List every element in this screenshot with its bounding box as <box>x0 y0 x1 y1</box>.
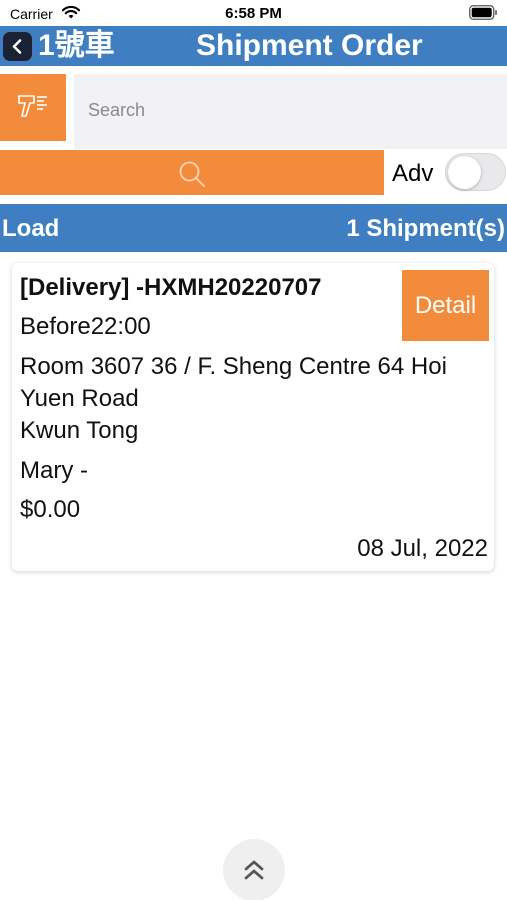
shipment-count: 1 Shipment(s) <box>346 215 505 242</box>
scroll-to-top-button[interactable] <box>223 839 285 900</box>
double-chevron-up-icon <box>244 860 264 880</box>
delivery-address: Room 3607 36 / F. Sheng Centre 64 Hoi Yu… <box>20 351 490 447</box>
nav-bar: 1號車 Shipment Order <box>0 26 507 66</box>
contact-name: Mary - <box>20 457 88 484</box>
address-line: Yuen Road <box>20 385 139 412</box>
search-button[interactable] <box>0 150 384 195</box>
amount: $0.00 <box>20 496 81 523</box>
address-line: Room 3607 36 / F. Sheng Centre 64 Hoi <box>20 353 447 380</box>
status-time: 6:58 PM <box>225 5 282 22</box>
delivery-deadline: Before22:00 <box>20 313 151 340</box>
search-box <box>74 74 507 149</box>
scan-button[interactable] <box>0 74 66 141</box>
chevron-left-icon <box>12 39 22 54</box>
address-district: Kwun Tong <box>20 417 139 444</box>
load-bar: Load 1 Shipment(s) <box>0 204 507 252</box>
toggle-knob <box>448 156 481 189</box>
page-title: Shipment Order <box>196 29 423 62</box>
load-label: Load <box>2 215 60 242</box>
adv-label: Adv <box>392 160 434 187</box>
adv-toggle[interactable] <box>445 153 506 191</box>
battery-icon <box>469 5 497 20</box>
status-bar: Carrier 6:58 PM <box>0 0 507 26</box>
barcode-scanner-icon <box>18 95 47 117</box>
detail-button[interactable]: Detail <box>402 270 489 341</box>
shipment-date: 08 Jul, 2022 <box>357 535 488 562</box>
truck-label: 1號車 <box>38 29 115 62</box>
shipment-card[interactable]: [Delivery] -HXMH20220707 Before22:00 Roo… <box>12 263 494 571</box>
order-title: [Delivery] -HXMH20220707 <box>20 274 322 301</box>
magnifier-icon <box>179 161 205 187</box>
back-button[interactable] <box>3 32 32 61</box>
search-input[interactable] <box>88 100 488 121</box>
